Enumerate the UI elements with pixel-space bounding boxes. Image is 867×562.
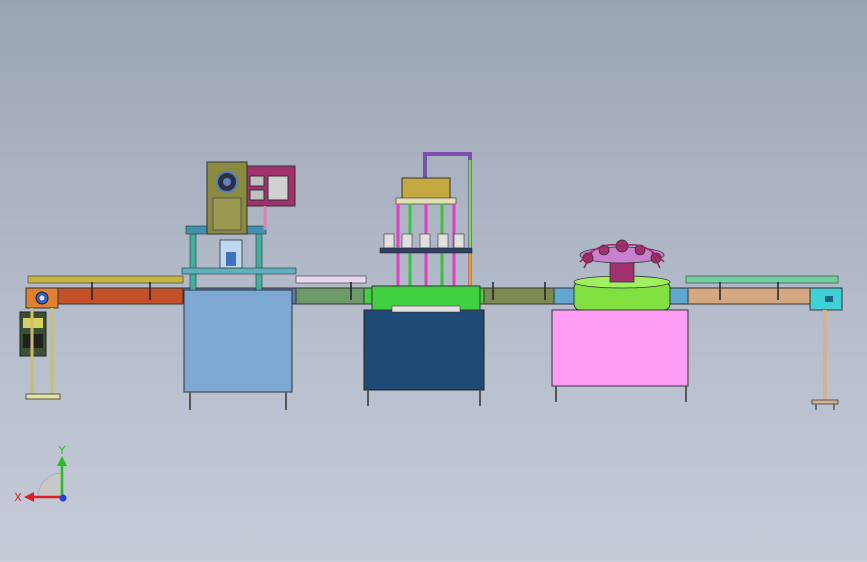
rinser-station [181, 161, 297, 410]
filler-station [363, 152, 485, 406]
capper-station [551, 239, 689, 402]
triad-plane-indicator [37, 472, 63, 498]
production-line-drawing: Y X [14, 152, 843, 504]
cad-viewport[interactable]: Y X [0, 0, 867, 562]
x-axis-label: X [14, 491, 22, 504]
y-axis-label: Y [58, 444, 66, 457]
z-axis-dot [59, 494, 67, 502]
axis-triad: Y X [14, 444, 67, 504]
left-drive-unit [19, 287, 61, 400]
